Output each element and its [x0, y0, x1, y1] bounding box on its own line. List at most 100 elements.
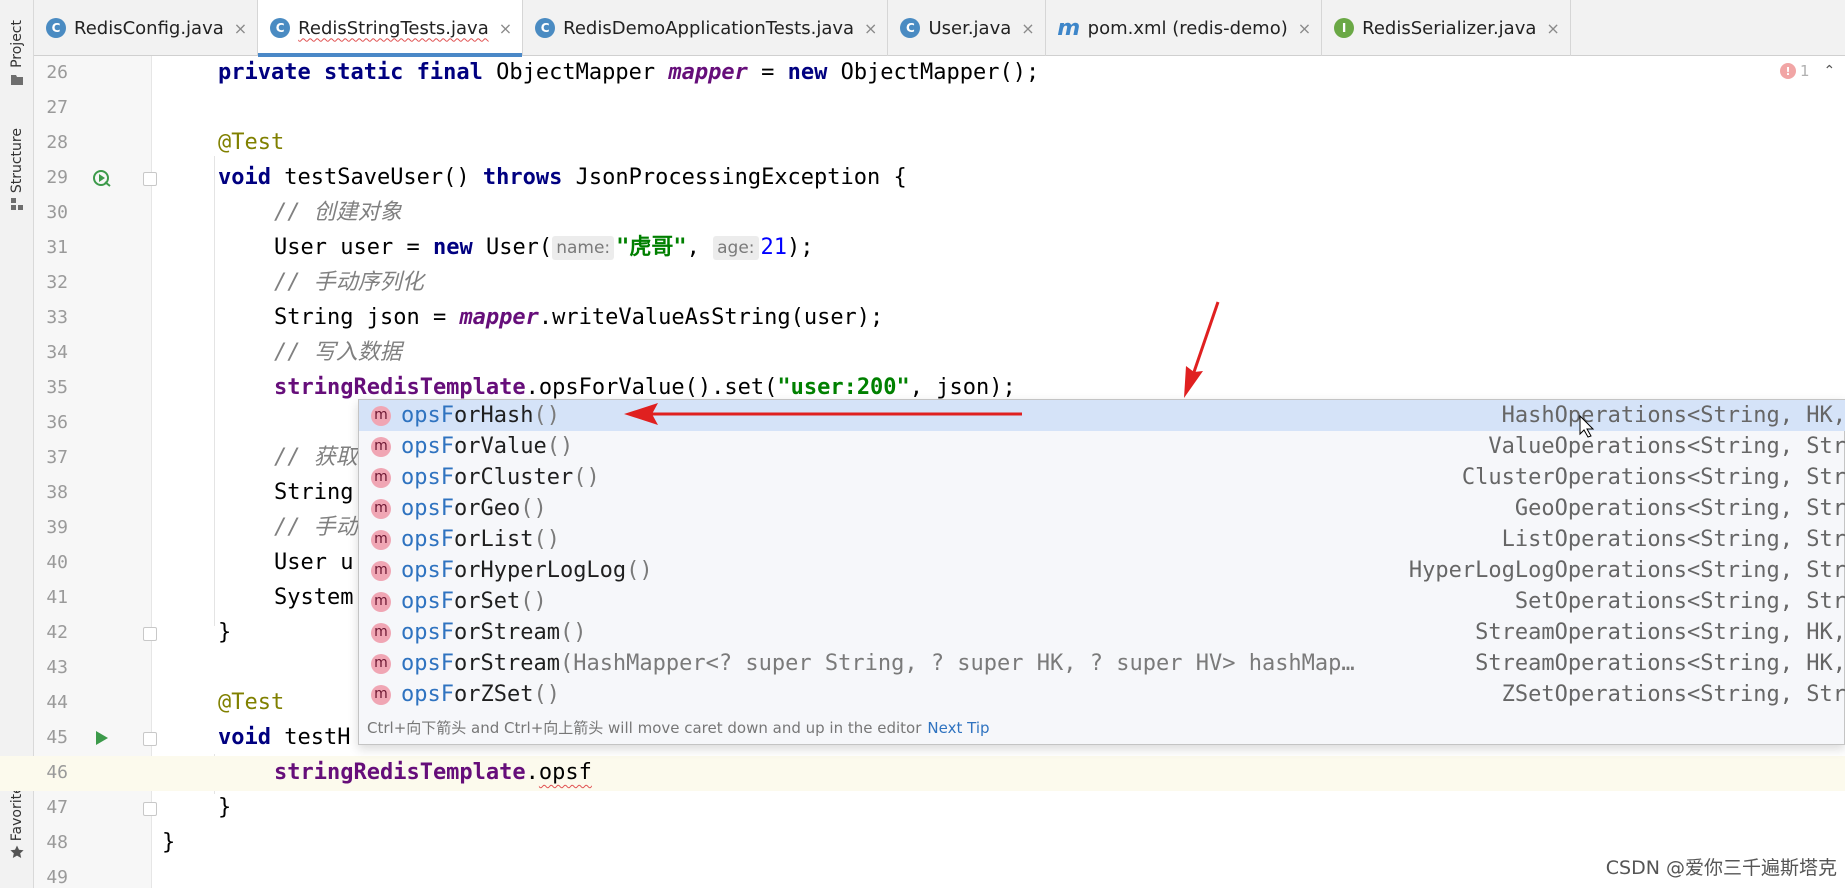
completion-item[interactable]: m opsForSet() SetOperations<String, Str: [359, 586, 1845, 617]
parameter-hint: name:: [552, 236, 615, 260]
code-text: String: [274, 480, 354, 505]
code-text: void testSaveUser() throws JsonProcessin…: [218, 165, 907, 190]
line-number: 37: [46, 447, 68, 468]
code-text: private static final ObjectMapper mapper…: [218, 60, 1040, 85]
line-number: 39: [46, 517, 68, 538]
method-icon: m: [371, 654, 391, 674]
code-text: System: [274, 585, 354, 610]
code-text: stringRedisTemplate.opsf: [274, 760, 592, 785]
line-number: 41: [46, 587, 68, 608]
line-number: 38: [46, 482, 68, 503]
method-icon: m: [371, 561, 391, 581]
next-tip-link[interactable]: Next Tip: [927, 719, 989, 737]
method-icon: m: [371, 592, 391, 612]
completion-item[interactable]: m opsForValue() ValueOperations<String, …: [359, 431, 1845, 462]
code-line-26[interactable]: 26 private static final ObjectMapper map…: [0, 56, 1845, 91]
line-number: 44: [46, 692, 68, 713]
line-number: 48: [46, 832, 68, 853]
tab-redis-config[interactable]: C RedisConfig.java ×: [34, 0, 259, 56]
completion-item[interactable]: m opsForZSet() ZSetOperations<String, St…: [359, 679, 1845, 710]
tab-redis-demo-application-tests[interactable]: C RedisDemoApplicationTests.java ×: [523, 0, 889, 56]
tab-label: User.java: [928, 17, 1012, 39]
fold-marker[interactable]: [143, 172, 157, 186]
tab-label: RedisStringTests.java: [298, 17, 489, 39]
java-class-icon: C: [46, 18, 66, 38]
line-number: 32: [46, 272, 68, 293]
code-line-46[interactable]: 46 stringRedisTemplate.opsf: [0, 756, 1845, 791]
editor-tab-bar: C RedisConfig.java × C RedisStringTests.…: [34, 0, 1845, 57]
line-number: 46: [46, 762, 68, 783]
line-number: 27: [46, 97, 68, 118]
completion-item[interactable]: m opsForStream() StreamOperations<String…: [359, 617, 1845, 648]
close-icon[interactable]: ×: [499, 19, 512, 38]
code-text: @Test: [218, 690, 285, 715]
code-text: // 创建对象: [274, 200, 402, 225]
code-line-34[interactable]: 34 // 写入数据: [0, 336, 1845, 371]
completion-item[interactable]: m opsForStream(HashMapper<? super String…: [359, 648, 1845, 679]
code-line-33[interactable]: 33 String json = mapper.writeValueAsStri…: [0, 301, 1845, 336]
completion-name: opsForHash(): [401, 403, 560, 428]
parameter-hint: age:: [713, 236, 759, 260]
line-number: 29: [46, 167, 68, 188]
completion-return-type: SetOperations<String, Str: [1514, 589, 1845, 614]
completion-item[interactable]: m opsForHyperLogLog() HyperLogLogOperati…: [359, 555, 1845, 586]
completion-item[interactable]: m opsForCluster() ClusterOperations<Stri…: [359, 462, 1845, 493]
close-icon[interactable]: ×: [1546, 19, 1559, 38]
close-icon[interactable]: ×: [1298, 19, 1311, 38]
completion-name: opsForZSet(): [401, 682, 560, 707]
method-icon: m: [371, 623, 391, 643]
java-class-icon: C: [900, 18, 921, 38]
completion-name: opsForList(): [401, 527, 560, 552]
line-number: 45: [46, 727, 68, 748]
completion-return-type: ClusterOperations<String, Str: [1461, 465, 1845, 490]
code-line-29[interactable]: 29 void testSaveUser() throws JsonProces…: [0, 161, 1845, 196]
run-test-icon[interactable]: [92, 168, 112, 188]
line-number: 34: [46, 342, 68, 363]
fold-marker[interactable]: [143, 627, 157, 641]
completion-item[interactable]: m opsForList() ListOperations<String, St…: [359, 524, 1845, 555]
line-number: 43: [46, 657, 68, 678]
line-number: 26: [46, 62, 68, 83]
close-icon[interactable]: ×: [1021, 19, 1034, 38]
tab-label: pom.xml (redis-demo): [1087, 17, 1288, 39]
maven-icon: m: [1057, 15, 1081, 41]
line-number: 31: [46, 237, 68, 258]
completion-item[interactable]: m opsForHash() HashOperations<String, HK…: [359, 400, 1845, 431]
completion-return-type: ZSetOperations<String, Str: [1501, 682, 1845, 707]
code-line-28[interactable]: 28 @Test: [0, 126, 1845, 161]
code-line-48[interactable]: 48 }: [0, 826, 1845, 861]
code-line-47[interactable]: 47 }: [0, 791, 1845, 826]
method-icon: m: [371, 685, 391, 705]
completion-name: opsForGeo(): [401, 496, 547, 521]
completion-return-type: HashOperations<String, HK,: [1501, 403, 1845, 428]
line-number: 28: [46, 132, 68, 153]
code-line-27[interactable]: 27: [0, 91, 1845, 126]
line-number: 40: [46, 552, 68, 573]
code-line-49[interactable]: 49: [0, 861, 1845, 888]
close-icon[interactable]: ×: [864, 19, 877, 38]
fold-marker[interactable]: [143, 802, 157, 816]
code-line-32[interactable]: 32 // 手动序列化: [0, 266, 1845, 301]
completion-return-type: ValueOperations<String, Str: [1488, 434, 1845, 459]
tab-user[interactable]: C User.java ×: [888, 0, 1046, 56]
watermark: CSDN @爱你三千遍斯塔克: [1605, 857, 1837, 879]
code-text: String json = mapper.writeValueAsString(…: [274, 305, 884, 330]
line-number: 33: [46, 307, 68, 328]
code-line-30[interactable]: 30 // 创建对象: [0, 196, 1845, 231]
completion-tip: Ctrl+向下箭头 and Ctrl+向上箭头 will move caret …: [367, 717, 990, 738]
tab-label: RedisDemoApplicationTests.java: [563, 17, 855, 39]
java-class-icon: C: [270, 18, 291, 38]
code-text: // 写入数据: [274, 340, 402, 365]
fold-marker[interactable]: [143, 732, 157, 746]
code-line-31[interactable]: 31 User user = new User(name: "虎哥", age: 2…: [0, 231, 1845, 266]
code-completion-popup[interactable]: m opsForHash() HashOperations<String, HK…: [358, 399, 1845, 745]
close-icon[interactable]: ×: [234, 19, 247, 38]
tab-pom-xml[interactable]: m pom.xml (redis-demo) ×: [1046, 0, 1323, 56]
line-number: 36: [46, 412, 68, 433]
completion-return-type: GeoOperations<String, Str: [1514, 496, 1845, 521]
run-icon[interactable]: [92, 728, 112, 748]
completion-item[interactable]: m opsForGeo() GeoOperations<String, Str: [359, 493, 1845, 524]
java-class-icon: C: [535, 18, 556, 38]
tab-redis-string-tests[interactable]: C RedisStringTests.java ×: [258, 0, 524, 57]
tab-redis-serializer[interactable]: I RedisSerializer.java ×: [1322, 0, 1571, 56]
